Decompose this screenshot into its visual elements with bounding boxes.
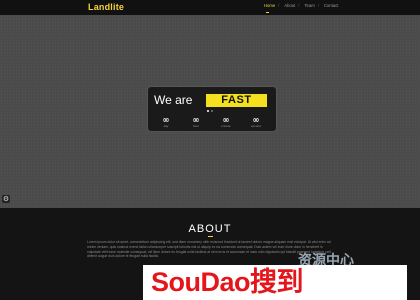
nav-link-contact[interactable]: Contact	[324, 3, 338, 8]
settings-toggle[interactable]: ⚙	[2, 195, 10, 203]
nav-link-team[interactable]: Team	[304, 3, 314, 8]
countdown-label: hour	[192, 124, 199, 128]
gear-icon: ⚙	[2, 195, 10, 203]
brand-logo-text: SouDao搜到	[151, 267, 304, 297]
nav-separator: /	[317, 3, 319, 8]
countdown-card: We are FAST 00 day 00 hour 00 minute 00 …	[147, 86, 277, 132]
about-title: ABOUT	[188, 223, 232, 235]
about-divider	[208, 236, 213, 237]
nav-link-about[interactable]: About	[284, 3, 295, 8]
slider-dot[interactable]	[211, 110, 213, 112]
countdown-label: day	[163, 124, 169, 128]
countdown-label: second	[251, 124, 261, 128]
top-navbar: Landlite Home / About / Team / Contact	[0, 0, 420, 15]
nav-item-team[interactable]: Team /	[304, 3, 318, 8]
nav-item-about[interactable]: About /	[284, 3, 299, 8]
countdown-day: 00 day	[152, 119, 180, 129]
nav-separator: /	[298, 3, 300, 8]
nav-item-contact[interactable]: Contact	[324, 3, 338, 8]
countdown-second: 00 second	[242, 119, 270, 129]
slider-dot[interactable]	[207, 110, 209, 112]
nav-link-home[interactable]: Home	[264, 3, 275, 8]
countdown-label: minute	[221, 124, 231, 128]
main-nav: Home / About / Team / Contact	[264, 3, 338, 8]
hero-highlight: FAST	[206, 94, 267, 107]
hero-headline: We are	[154, 93, 193, 107]
nav-item-home[interactable]: Home /	[264, 3, 279, 8]
slider-dots	[207, 110, 213, 112]
countdown-minute: 00 minute	[212, 119, 240, 129]
site-logo[interactable]: Landlite	[88, 2, 124, 12]
nav-active-indicator	[266, 12, 269, 13]
countdown-hour: 00 hour	[182, 119, 210, 129]
ad-banner[interactable]: SouDao搜到	[143, 265, 407, 300]
nav-separator: /	[278, 3, 280, 8]
